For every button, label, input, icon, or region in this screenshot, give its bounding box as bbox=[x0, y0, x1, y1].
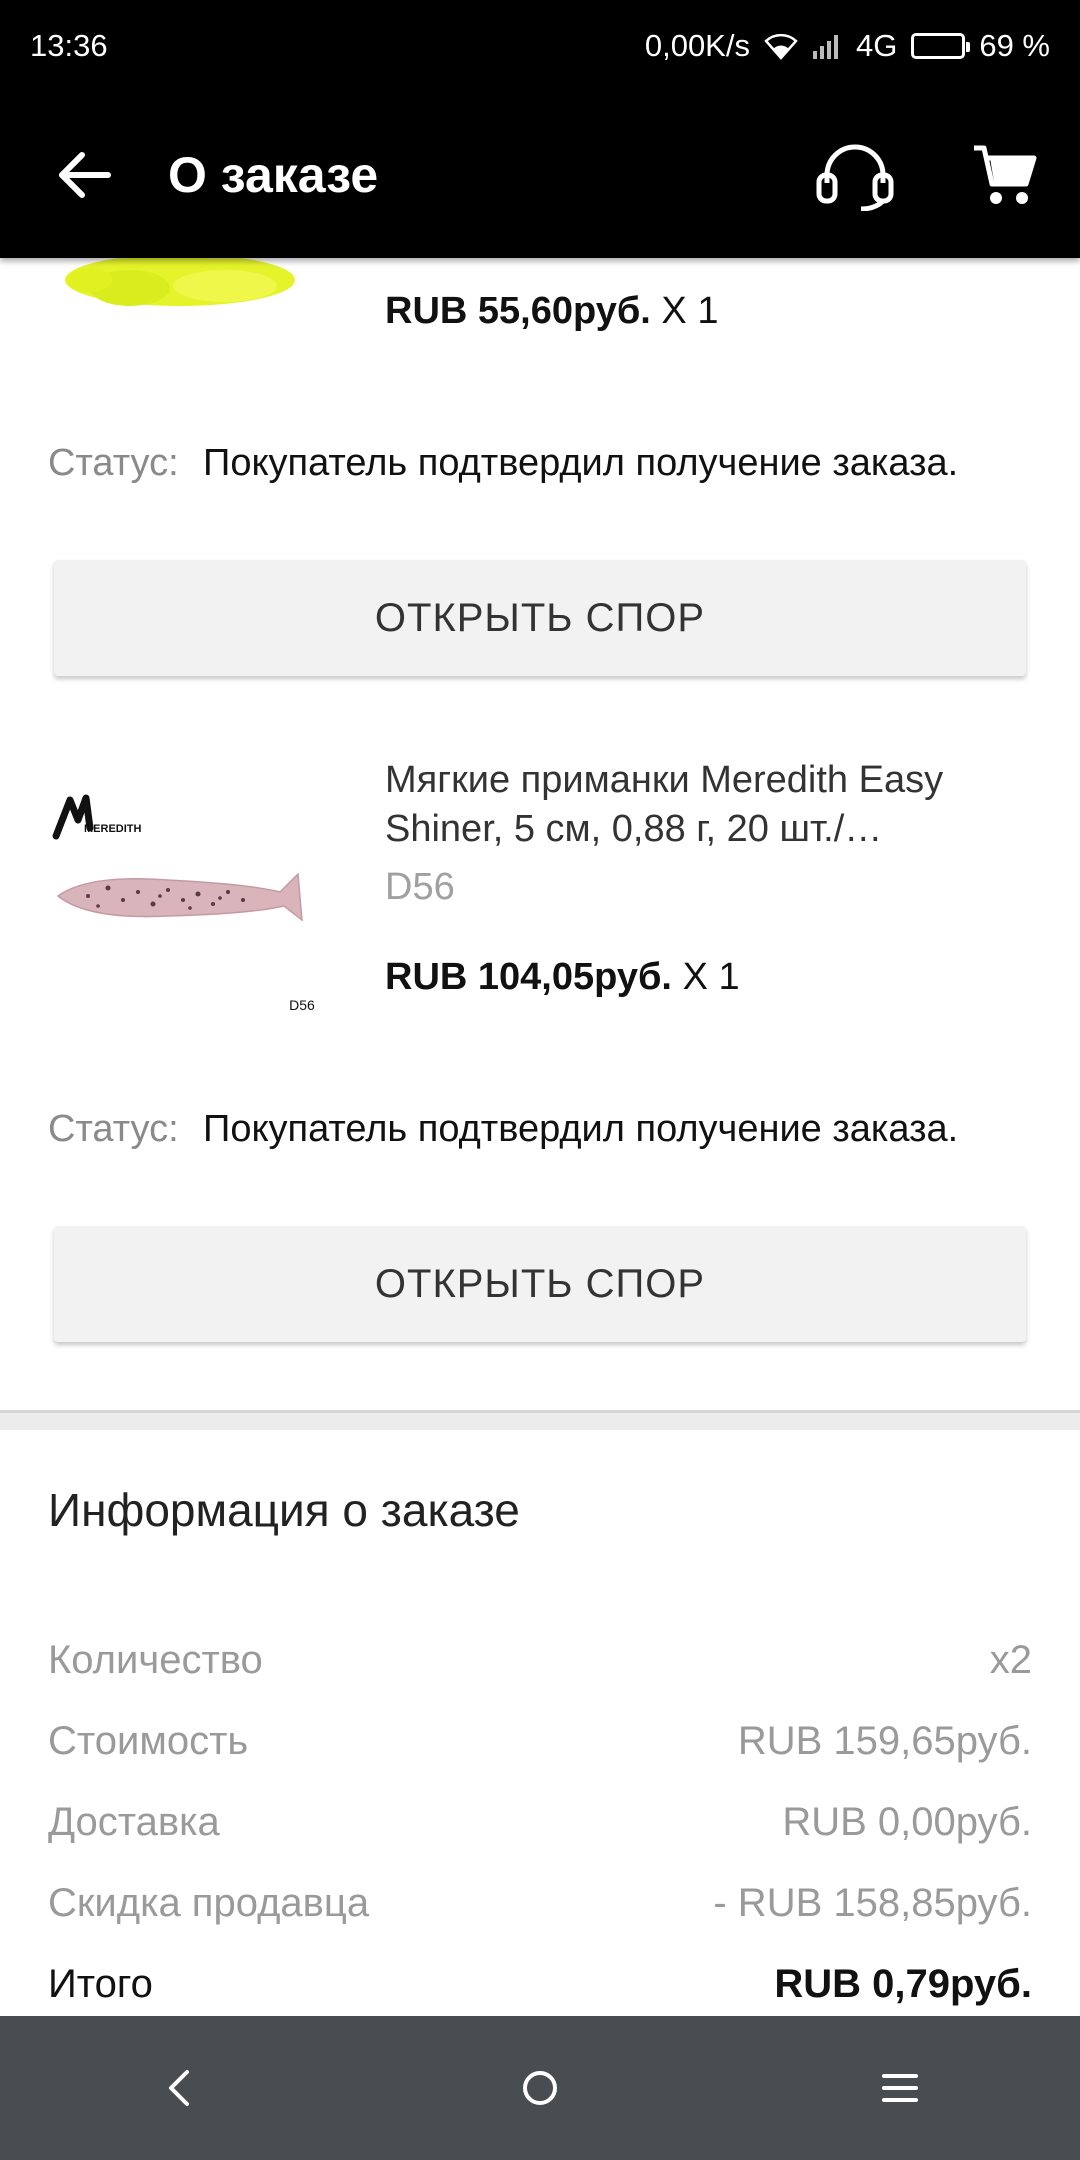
status-value: Покупатель подтвердил получение заказа. bbox=[203, 442, 959, 484]
status-icons: 0,00K/s 4G 69 % bbox=[645, 28, 1050, 64]
info-row-quantity: Количество x2 bbox=[48, 1638, 1032, 1683]
info-value: RUB 159,65руб. bbox=[737, 1719, 1032, 1763]
signal-icon bbox=[812, 33, 842, 59]
info-value: RUB 0,79руб. bbox=[774, 1962, 1032, 2006]
info-label: Итого bbox=[48, 1962, 153, 2006]
item-status: Статус: Покупатель подтвердил получение … bbox=[48, 438, 1048, 488]
item-quantity: X 1 bbox=[661, 290, 719, 332]
info-value: - RUB 158,85руб. bbox=[713, 1881, 1032, 1925]
network-type: 4G bbox=[855, 28, 898, 63]
item-thumbnail[interactable] bbox=[50, 258, 330, 328]
info-row-seller-discount: Скидка продавца - RUB 158,85руб. bbox=[48, 1881, 1032, 1926]
nav-menu-button[interactable] bbox=[840, 2028, 960, 2148]
status-label: Статус: bbox=[48, 442, 179, 484]
thumbnail-caption: D56 bbox=[289, 997, 315, 1013]
item-price-line: RUB 55,60руб. X 1 bbox=[385, 290, 718, 333]
back-button[interactable] bbox=[0, 92, 168, 258]
info-row-shipping: Доставка RUB 0,00руб. bbox=[48, 1800, 1032, 1845]
item-thumbnail[interactable]: MEREDITH D56 bbox=[48, 748, 348, 1048]
nav-home-icon bbox=[523, 2071, 557, 2105]
info-value: x2 bbox=[989, 1638, 1032, 1682]
info-row-cost: Стоимость RUB 159,65руб. bbox=[48, 1719, 1032, 1764]
section-divider bbox=[0, 1410, 1080, 1430]
item-quantity: X 1 bbox=[682, 956, 740, 998]
cart-button[interactable] bbox=[930, 92, 1080, 258]
support-button[interactable] bbox=[780, 92, 930, 258]
item-price: RUB 104,05руб. bbox=[385, 956, 672, 998]
page-title: О заказе bbox=[168, 147, 379, 203]
battery-icon bbox=[911, 33, 971, 59]
info-label: Доставка bbox=[48, 1800, 220, 1844]
status-time: 13:36 bbox=[30, 28, 108, 63]
item-variant: D56 bbox=[385, 866, 455, 908]
svg-text:MEREDITH: MEREDITH bbox=[84, 823, 142, 835]
item-price: RUB 55,60руб. bbox=[385, 290, 651, 332]
info-value: RUB 0,00руб. bbox=[782, 1800, 1032, 1844]
status-bar: 13:36 0,00K/s 4G 69 % bbox=[0, 0, 1080, 92]
item-title[interactable]: Мягкие приманки Meredith Easy Shiner, 5 … bbox=[385, 756, 1035, 854]
nav-menu-icon bbox=[882, 2074, 918, 2102]
item-status: Статус: Покупатель подтвердил получение … bbox=[48, 1104, 1048, 1154]
item-price-line: RUB 104,05руб. X 1 bbox=[385, 956, 740, 999]
info-label: Скидка продавца bbox=[48, 1881, 370, 1925]
info-label: Стоимость bbox=[48, 1719, 249, 1763]
info-row-total: Итого RUB 0,79руб. bbox=[48, 1962, 1032, 2007]
system-nav-bar bbox=[0, 2016, 1080, 2160]
status-label: Статус: bbox=[48, 1108, 179, 1150]
meredith-logo: MEREDITH bbox=[52, 794, 142, 840]
order-details-content[interactable]: RUB 55,60руб. X 1 Статус: Покупатель под… bbox=[0, 258, 1080, 2016]
nav-back-icon bbox=[169, 2070, 189, 2106]
nav-back-button[interactable] bbox=[120, 2028, 240, 2148]
nav-home-button[interactable] bbox=[480, 2028, 600, 2148]
order-info-title: Информация о заказе bbox=[48, 1484, 520, 1536]
arrow-left-icon bbox=[59, 152, 111, 198]
info-label: Количество bbox=[48, 1638, 263, 1682]
open-dispute-button[interactable]: ОТКРЫТЬ СПОР bbox=[54, 1226, 1026, 1342]
headset-icon bbox=[816, 144, 894, 211]
net-speed: 0,00K/s bbox=[644, 28, 750, 63]
app-bar: О заказе bbox=[0, 92, 1080, 258]
battery-percent: 69 % bbox=[979, 28, 1050, 63]
status-value: Покупатель подтвердил получение заказа. bbox=[203, 1108, 959, 1150]
wifi-icon bbox=[764, 32, 798, 60]
open-dispute-button[interactable]: ОТКРЫТЬ СПОР bbox=[54, 560, 1026, 676]
cart-icon bbox=[974, 145, 1037, 204]
